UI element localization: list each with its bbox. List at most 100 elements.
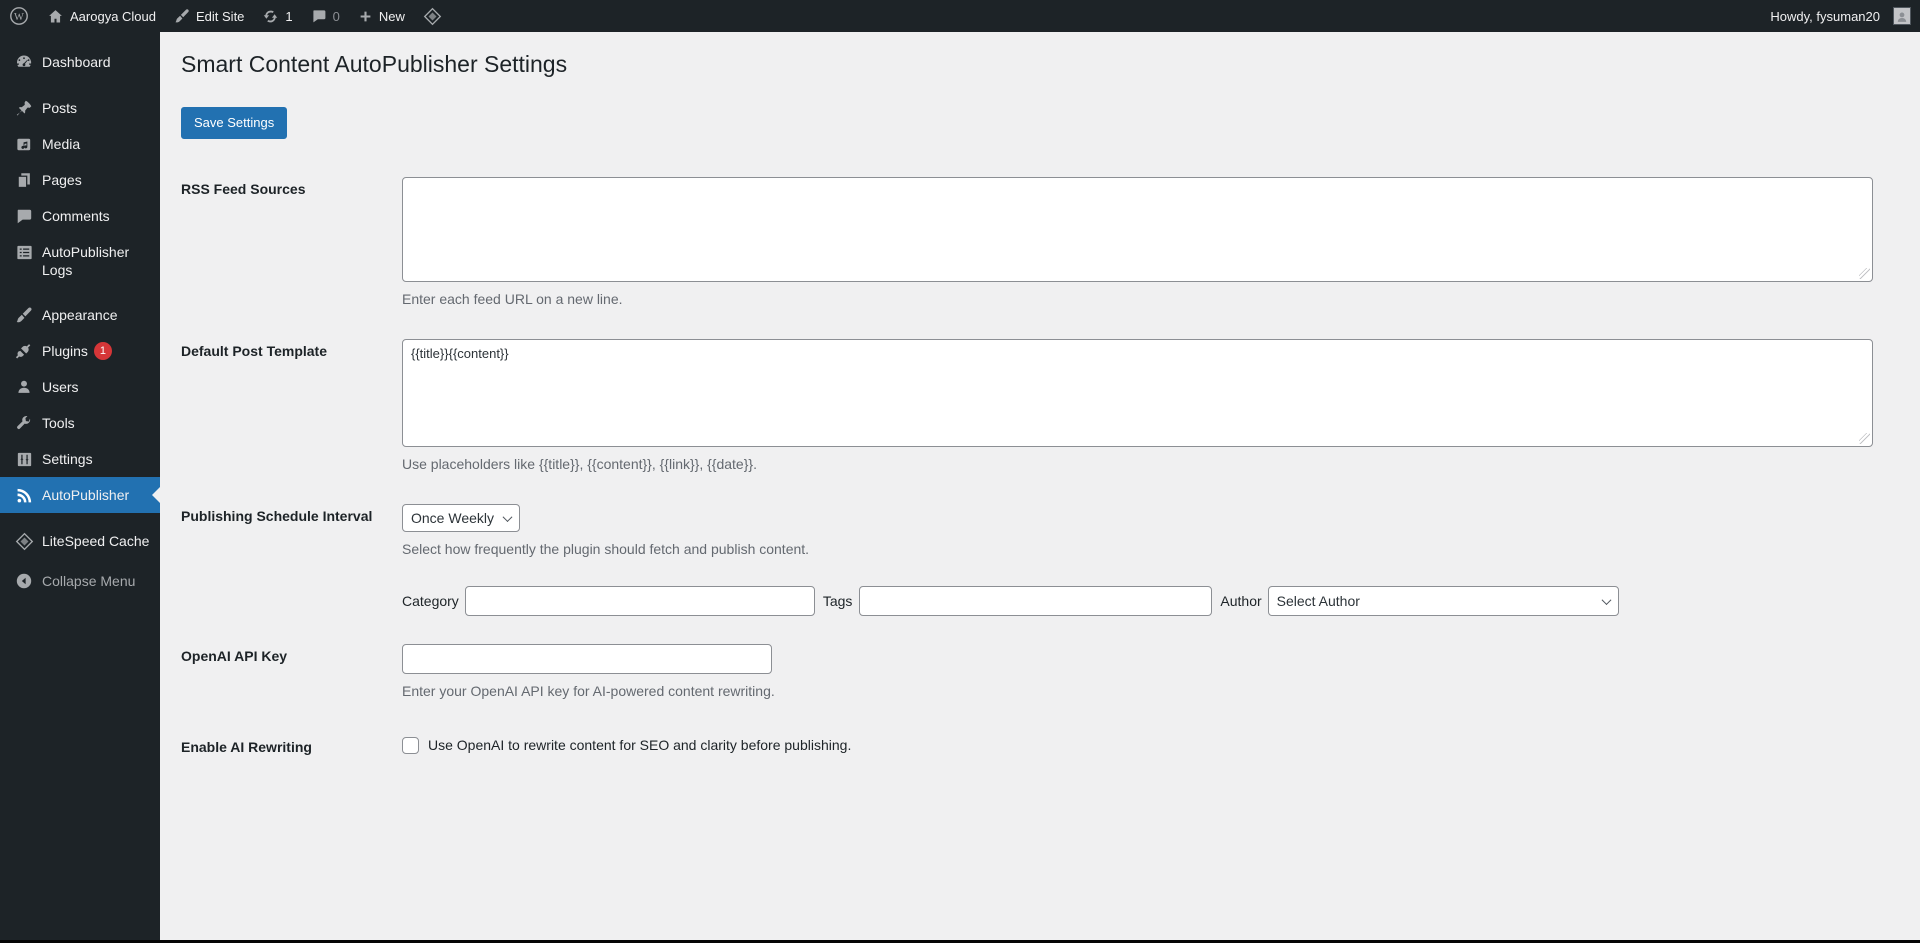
openai-api-key-input[interactable] bbox=[402, 644, 772, 674]
sidebar-item-posts[interactable]: Posts bbox=[0, 90, 160, 126]
taxonomy-row: Category Tags Author Select Author bbox=[181, 586, 1920, 616]
rss-textarea-wrap bbox=[402, 177, 1873, 282]
comment-bubble-icon bbox=[311, 8, 327, 24]
collapse-menu-button[interactable]: Collapse Menu bbox=[0, 563, 160, 599]
category-label: Category bbox=[402, 593, 459, 609]
sidebar-item-media[interactable]: Media bbox=[0, 126, 160, 162]
author-selected-value: Select Author bbox=[1276, 593, 1360, 609]
updates-count: 1 bbox=[285, 8, 293, 24]
new-content-menu[interactable]: New bbox=[349, 0, 414, 32]
rss-icon bbox=[14, 485, 34, 505]
comments-icon bbox=[14, 206, 34, 226]
author-label: Author bbox=[1220, 593, 1262, 609]
publishing-schedule-row: Publishing Schedule Interval Once Weekly… bbox=[181, 504, 1920, 557]
edit-site-label: Edit Site bbox=[196, 8, 245, 24]
rss-feed-sources-label: RSS Feed Sources bbox=[181, 181, 306, 197]
sidebar-item-settings[interactable]: Settings bbox=[0, 441, 160, 477]
sidebar-item-label: Tools bbox=[42, 415, 75, 431]
sidebar-item-label: Pages bbox=[42, 172, 82, 188]
plugins-update-badge: 1 bbox=[93, 342, 112, 360]
author-select[interactable]: Select Author bbox=[1267, 586, 1619, 616]
menu-separator bbox=[0, 287, 160, 297]
wrench-icon bbox=[14, 413, 34, 433]
sidebar-item-label: Plugins 1 bbox=[42, 341, 112, 360]
sidebar-item-label: Dashboard bbox=[42, 54, 111, 70]
rss-help-text: Enter each feed URL on a new line. bbox=[402, 291, 623, 307]
sidebar-item-comments[interactable]: Comments bbox=[0, 198, 160, 234]
sidebar-item-label: Appearance bbox=[42, 307, 118, 323]
user-avatar bbox=[1893, 7, 1911, 25]
update-icon bbox=[262, 8, 279, 25]
paintbrush-icon bbox=[174, 8, 190, 24]
media-icon bbox=[14, 134, 34, 154]
enable-ai-rewriting-row: Enable AI Rewriting Use OpenAI to rewrit… bbox=[181, 735, 1920, 755]
plugin-icon bbox=[14, 341, 34, 361]
publishing-schedule-label: Publishing Schedule Interval bbox=[181, 508, 373, 524]
litespeed-diamond-icon bbox=[14, 531, 34, 551]
rss-feed-sources-textarea[interactable] bbox=[402, 177, 1873, 282]
interval-select[interactable]: Once Weekly bbox=[402, 504, 520, 532]
pages-icon bbox=[14, 170, 34, 190]
wordpress-logo-icon: W bbox=[9, 6, 29, 26]
openai-api-key-row: OpenAI API Key Enter your OpenAI API key… bbox=[181, 644, 1920, 699]
collapse-arrow-icon bbox=[14, 571, 34, 591]
dashboard-gauge-icon bbox=[14, 52, 34, 72]
save-settings-button[interactable]: Save Settings bbox=[181, 107, 288, 139]
wordpress-admin-page: W Aarogya Cloud Edit Site 1 0 New Howdy,… bbox=[0, 0, 1920, 943]
wordpress-logo-menu[interactable]: W bbox=[0, 0, 38, 32]
edit-site-menu[interactable]: Edit Site bbox=[165, 0, 253, 32]
plus-icon bbox=[358, 9, 373, 24]
sidebar-item-label: Users bbox=[42, 379, 79, 395]
default-post-template-textarea[interactable]: {{title}}{{content}} bbox=[402, 339, 1873, 447]
settings-form: RSS Feed Sources Enter each feed URL on … bbox=[181, 177, 1920, 755]
sidebar-item-pages[interactable]: Pages bbox=[0, 162, 160, 198]
sidebar-item-label: AutoPublisher bbox=[42, 487, 130, 503]
admin-sidebar: Dashboard Posts Media Pages Comments Aut… bbox=[0, 32, 160, 940]
sidebar-item-plugins[interactable]: Plugins 1 bbox=[0, 333, 160, 369]
home-icon bbox=[47, 8, 64, 25]
updates-menu[interactable]: 1 bbox=[253, 0, 301, 32]
interval-selected-value: Once Weekly bbox=[411, 510, 494, 526]
sidebar-item-appearance[interactable]: Appearance bbox=[0, 297, 160, 333]
howdy-label: Howdy, fysuman20 bbox=[1770, 8, 1880, 24]
sliders-icon bbox=[14, 449, 34, 469]
sidebar-item-litespeed-cache[interactable]: LiteSpeed Cache bbox=[0, 523, 160, 559]
menu-separator bbox=[0, 513, 160, 523]
menu-separator bbox=[0, 80, 160, 90]
sidebar-item-label: Collapse Menu bbox=[42, 573, 136, 589]
sidebar-item-label: Comments bbox=[42, 208, 110, 224]
tags-input[interactable] bbox=[859, 586, 1213, 616]
api-key-help-text: Enter your OpenAI API key for AI-powered… bbox=[402, 683, 775, 699]
tags-label: Tags bbox=[822, 593, 853, 609]
page-title: Smart Content AutoPublisher Settings bbox=[181, 51, 568, 77]
sidebar-item-tools[interactable]: Tools bbox=[0, 405, 160, 441]
comments-count: 0 bbox=[332, 8, 340, 24]
admin-bar: W Aarogya Cloud Edit Site 1 0 New Howdy,… bbox=[0, 0, 1920, 32]
sidebar-item-label: Posts bbox=[42, 100, 78, 116]
comments-menu[interactable]: 0 bbox=[302, 0, 349, 32]
ai-rewriting-checkbox-label: Use OpenAI to rewrite content for SEO an… bbox=[428, 737, 852, 753]
user-icon bbox=[14, 377, 34, 397]
category-input[interactable] bbox=[464, 586, 815, 616]
account-menu[interactable]: Howdy, fysuman20 bbox=[1761, 0, 1920, 32]
sidebar-item-label: AutoPublisher Logs bbox=[42, 244, 130, 278]
ai-rewriting-checkbox[interactable] bbox=[402, 736, 419, 754]
brush-icon bbox=[14, 305, 34, 325]
template-textarea-wrap: {{title}}{{content}} bbox=[402, 339, 1873, 447]
svg-text:W: W bbox=[14, 12, 24, 23]
chevron-down-icon bbox=[1601, 594, 1612, 605]
sidebar-item-label: LiteSpeed Cache bbox=[42, 533, 150, 549]
default-post-template-row: Default Post Template {{title}}{{content… bbox=[181, 339, 1920, 472]
site-name-label: Aarogya Cloud bbox=[70, 8, 156, 24]
site-name-menu[interactable]: Aarogya Cloud bbox=[38, 0, 165, 32]
sidebar-item-autopublisher-logs[interactable]: AutoPublisher Logs bbox=[0, 234, 160, 287]
sidebar-item-autopublisher[interactable]: AutoPublisher bbox=[0, 477, 160, 513]
sidebar-item-users[interactable]: Users bbox=[0, 369, 160, 405]
template-help-text: Use placeholders like {{title}}, {{conte… bbox=[402, 456, 757, 472]
sidebar-item-label: Media bbox=[42, 136, 81, 152]
sidebar-item-dashboard[interactable]: Dashboard bbox=[0, 44, 160, 80]
interval-help-text: Select how frequently the plugin should … bbox=[402, 541, 810, 557]
list-icon bbox=[14, 242, 34, 262]
litespeed-adminbar-menu[interactable] bbox=[414, 0, 451, 32]
rss-feed-sources-row: RSS Feed Sources Enter each feed URL on … bbox=[181, 177, 1920, 307]
